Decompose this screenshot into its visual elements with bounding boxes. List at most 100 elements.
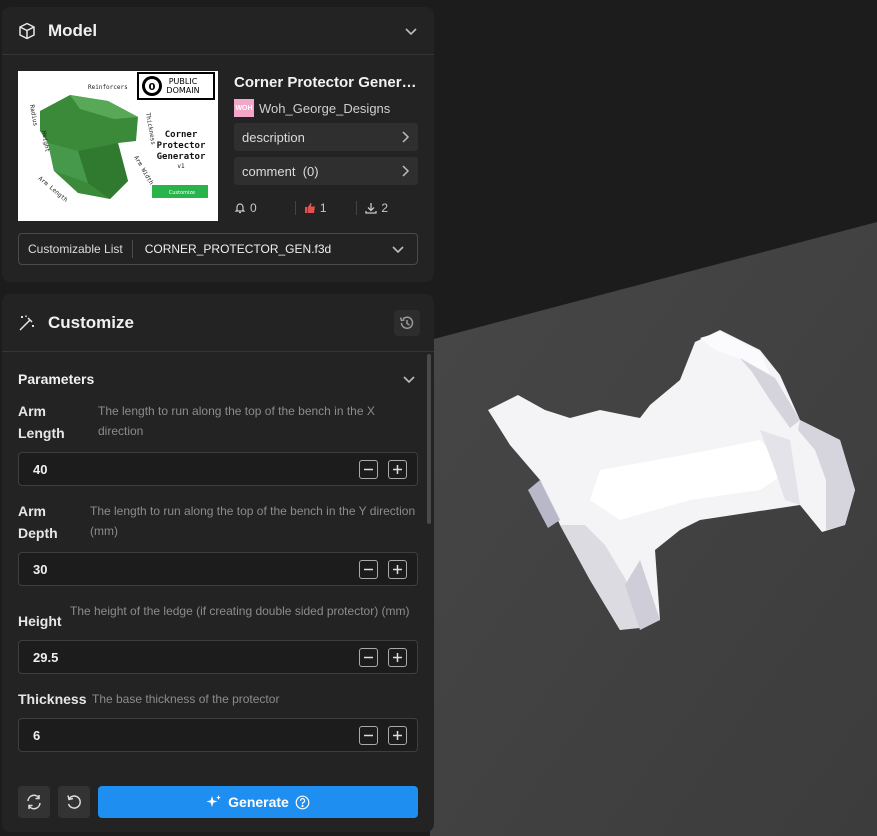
public-domain-badge: 0 PUBLIC DOMAIN: [137, 72, 215, 100]
chevron-down-icon[interactable]: [402, 22, 420, 40]
thumb-label-thickness: Thickness: [144, 112, 157, 146]
sync-button[interactable]: [18, 786, 50, 818]
decrement-button[interactable]: [359, 725, 378, 745]
thickness-input[interactable]: 6: [18, 718, 418, 752]
param-thickness: Thickness The base thickness of the prot…: [18, 688, 418, 752]
plus-icon: [393, 730, 402, 740]
customize-panel: Customize Parameters Arm Length The leng…: [2, 294, 434, 832]
badge-line2: DOMAIN: [166, 86, 199, 95]
model-panel-title: Model: [48, 20, 98, 40]
chevron-right-icon: [402, 131, 410, 143]
history-button[interactable]: [394, 309, 420, 336]
minus-icon: [364, 656, 373, 658]
parameters-section-header[interactable]: Parameters: [18, 364, 418, 394]
arm-length-value[interactable]: 40: [33, 462, 359, 477]
param-description: The length to run along the top of the b…: [98, 404, 375, 438]
like-count: 0: [250, 201, 257, 215]
plus-icon: [393, 564, 402, 574]
like-stat[interactable]: 0: [234, 201, 295, 215]
decrement-button[interactable]: [359, 647, 378, 667]
chevron-down-icon: [400, 370, 418, 388]
model-panel: Model 0 PUBLIC DOMAIN Reinforcers Thickn…: [2, 7, 434, 282]
parameters-list: Parameters Arm Length The length to run …: [2, 352, 434, 772]
download-icon: [365, 203, 378, 214]
chevron-right-icon: [402, 165, 410, 177]
thickness-value[interactable]: 6: [33, 728, 359, 743]
thumb-title-line3: Generator: [157, 152, 206, 162]
param-arm-length: Arm Length The length to run along the t…: [18, 400, 418, 486]
customize-action-bar: Generate: [2, 772, 434, 832]
thumbs-stat[interactable]: 1: [294, 201, 357, 215]
increment-button[interactable]: [388, 459, 407, 479]
height-value[interactable]: 29.5: [33, 650, 359, 665]
thumb-customize-label: Customize: [169, 190, 195, 196]
customize-panel-title: Customize: [48, 312, 134, 332]
decrement-button[interactable]: [359, 559, 378, 579]
increment-button[interactable]: [388, 559, 407, 579]
badge-line1: PUBLIC: [169, 77, 198, 86]
thumb-label-arm-width: Arm Width: [132, 155, 155, 187]
thumb-title-line1: Corner: [165, 130, 198, 140]
customize-panel-header: Customize: [2, 294, 434, 352]
generate-button[interactable]: Generate: [98, 786, 418, 818]
sync-icon: [27, 794, 41, 810]
thumb-label-radius: Radius: [28, 104, 39, 127]
plus-icon: [393, 652, 402, 662]
comment-label: comment: [242, 163, 296, 179]
badge-symbol: 0: [149, 82, 156, 93]
param-description: The height of the ledge (if creating dou…: [70, 604, 410, 618]
increment-button[interactable]: [388, 725, 407, 745]
model-stats: 0 1 2: [234, 201, 418, 215]
thumb-title-line2: Protector: [157, 141, 206, 151]
magic-wand-icon: [16, 312, 38, 334]
increment-button[interactable]: [388, 647, 407, 667]
param-description: The length to run along the top of the b…: [90, 504, 416, 538]
description-link[interactable]: description: [234, 123, 418, 151]
thumbs-count: 1: [319, 201, 327, 215]
arm-length-input[interactable]: 40: [18, 452, 418, 486]
plus-icon: [393, 464, 402, 474]
minus-icon: [364, 568, 373, 570]
param-name: Arm Depth: [18, 503, 58, 541]
author-name[interactable]: Woh_George_Designs: [259, 101, 390, 116]
param-name: Thickness: [18, 691, 87, 707]
author-row[interactable]: WOH Woh_George_Designs: [234, 99, 418, 117]
minus-icon: [364, 468, 373, 470]
height-input[interactable]: 29.5: [18, 640, 418, 674]
bell-icon: [234, 203, 246, 214]
param-name: Height: [18, 613, 62, 629]
comment-link[interactable]: comment (0): [234, 157, 418, 185]
history-icon: [399, 316, 414, 329]
comment-count: (0): [302, 163, 319, 179]
help-icon[interactable]: [295, 795, 310, 810]
cube-icon: [16, 20, 38, 42]
chevron-down-icon: [389, 240, 407, 258]
file-select-value: CORNER_PROTECTOR_GEN.f3d: [144, 242, 332, 256]
param-description: The base thickness of the protector: [92, 692, 280, 706]
download-count: 2: [381, 201, 389, 215]
minus-icon: [364, 734, 373, 736]
model-thumbnail[interactable]: 0 PUBLIC DOMAIN Reinforcers Thickness Ra…: [18, 71, 218, 221]
author-avatar[interactable]: WOH: [234, 99, 254, 117]
arm-depth-value[interactable]: 30: [33, 562, 359, 577]
param-name: Arm Length: [18, 403, 65, 441]
param-height: Height The height of the ledge (if creat…: [18, 600, 418, 674]
file-select-label: Customizable List: [19, 240, 133, 258]
reset-button[interactable]: [58, 786, 90, 818]
thumb-label-reinforcers: Reinforcers: [88, 84, 128, 91]
sparkle-icon: [206, 795, 222, 807]
download-stat[interactable]: 2: [356, 201, 418, 215]
model-title[interactable]: Corner Protector Genera...: [234, 74, 418, 91]
thumb-version: v1: [177, 163, 185, 170]
decrement-button[interactable]: [359, 459, 378, 479]
customizable-file-select[interactable]: Customizable List CORNER_PROTECTOR_GEN.f…: [18, 233, 418, 265]
model-panel-header[interactable]: Model: [2, 7, 434, 55]
generate-label: Generate: [228, 794, 289, 810]
arm-depth-input[interactable]: 30: [18, 552, 418, 586]
thumbnail-model-shape: [40, 95, 138, 199]
parameters-section-title: Parameters: [18, 371, 95, 387]
thumbs-up-icon: [304, 203, 315, 213]
param-arm-depth: Arm Depth The length to run along the to…: [18, 500, 418, 586]
description-label: description: [242, 129, 305, 145]
undo-icon: [67, 795, 81, 809]
